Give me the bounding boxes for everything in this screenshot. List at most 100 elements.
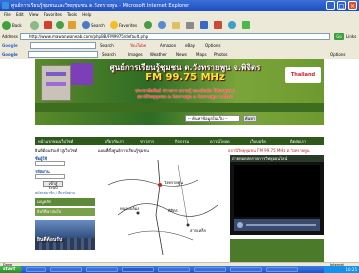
radio-title: สถานีวิทยุชุมชน FM 99.75 MHz ต.วังทรายพู… <box>228 148 310 153</box>
main-menu-header: เมนูหลัก <box>35 198 95 206</box>
ie-app-icon <box>2 2 9 9</box>
taskbar-item-6[interactable] <box>194 267 226 272</box>
video-panel: ถ่ายทอดสดรายการวิทยุออนไลน์ <box>230 155 324 235</box>
google-search-button[interactable]: Search <box>100 43 114 48</box>
links-label[interactable]: Links <box>346 34 356 39</box>
back-button[interactable]: Back <box>2 20 22 30</box>
standard-toolbar: Back Search Favorites <box>0 18 359 33</box>
system-tray: 10:25 <box>324 266 359 273</box>
research-icon <box>242 21 250 29</box>
seek-bar[interactable] <box>246 224 316 226</box>
research-button[interactable] <box>242 20 250 30</box>
gb2-photos[interactable]: Photos <box>214 52 228 57</box>
favorites-button[interactable]: Favorites <box>110 20 137 30</box>
map-label-3: พิจิตร <box>168 208 178 213</box>
favorites-label: Favorites <box>119 22 138 28</box>
menu-file[interactable]: File <box>4 11 11 18</box>
city-photo-caption: ยินดีต้อนรับ <box>37 237 63 243</box>
search-icon <box>82 21 90 29</box>
gb2-images[interactable]: Images <box>128 52 143 57</box>
password-input[interactable] <box>35 174 65 179</box>
media-icon <box>144 21 152 29</box>
menu-favorites[interactable]: Favorites <box>44 11 62 18</box>
refresh-button[interactable] <box>56 20 64 30</box>
taskbar-item-5[interactable] <box>158 267 190 272</box>
minimize-button[interactable]: _ <box>326 1 335 10</box>
site-search-select[interactable]: -- ค้นหาข้อมูลในเว็บ -- <box>185 115 240 122</box>
mail-button[interactable] <box>172 20 180 30</box>
maximize-button[interactable]: □ <box>337 1 346 10</box>
gb2-search[interactable]: Search <box>102 52 116 57</box>
video-screen[interactable] <box>234 165 320 217</box>
video-header: ถ่ายทอดสดรายการวิทยุออนไลน์ <box>230 155 324 162</box>
google-search-input[interactable] <box>30 42 96 49</box>
taskbar-item-1[interactable] <box>26 267 46 272</box>
edit-button[interactable] <box>200 20 208 30</box>
messenger-button[interactable] <box>228 20 236 30</box>
discuss-button[interactable] <box>214 20 222 30</box>
username-input[interactable] <box>35 161 65 166</box>
home-button[interactable] <box>68 20 76 30</box>
menu-view[interactable]: View <box>29 11 39 18</box>
media-button[interactable] <box>144 20 152 30</box>
nav-item-news[interactable]: ข่าวสาร <box>140 138 154 145</box>
location-map: วังทรายพูน หนองปล้อง พิจิตร สากเหล็ก <box>98 155 226 264</box>
print-icon <box>186 21 194 29</box>
city-photo: ยินดีต้อนรับ <box>35 220 95 250</box>
gb2-weather[interactable]: Weather <box>150 52 167 57</box>
banner-logo <box>71 63 93 85</box>
address-label: Address <box>2 34 18 39</box>
taskbar-item-4[interactable] <box>122 267 154 272</box>
building-image <box>41 65 71 101</box>
gb2-maps[interactable]: Maps <box>196 52 207 57</box>
forward-button[interactable] <box>30 20 39 30</box>
close-button[interactable]: × <box>348 1 357 10</box>
stop-button[interactable] <box>44 20 52 30</box>
toolbar-options[interactable]: Options <box>205 43 220 48</box>
toolbar-ebay[interactable]: eBay <box>185 43 195 48</box>
gb2-options[interactable]: Options <box>330 52 345 57</box>
history-button[interactable] <box>158 20 166 30</box>
go-button[interactable]: Go <box>334 33 344 40</box>
map-svg <box>107 159 219 256</box>
forward-arrow-icon <box>30 20 39 30</box>
map-label-4: สากเหล็ก <box>190 228 206 233</box>
address-input[interactable]: http://www.mawanwaneab.com/phpBB/FM9975/… <box>20 33 330 40</box>
nav-item-about[interactable]: เกี่ยวกับเรา <box>105 138 124 145</box>
search-button[interactable]: Search <box>82 20 105 30</box>
nav-item-activity[interactable]: กิจกรรม <box>175 138 189 145</box>
gb2-news[interactable]: News <box>176 52 187 57</box>
taskbar-item-3[interactable] <box>86 267 118 272</box>
discuss-icon <box>214 21 222 29</box>
refresh-icon <box>56 21 64 29</box>
taskbar-item-8[interactable] <box>266 267 298 272</box>
nav-item-webboard[interactable]: เว็บบอร์ด <box>250 138 266 145</box>
taskbar: start 10:25 <box>0 266 359 273</box>
print-button[interactable] <box>186 20 194 30</box>
start-button[interactable]: start <box>0 266 22 273</box>
banner-strip <box>35 103 324 112</box>
nav-item-download[interactable]: ดาวน์โหลด <box>210 138 230 145</box>
login-button[interactable]: เข้าสู่ระบบ <box>43 181 63 190</box>
welcome-text: ยินดีต้อนรับเข้าสู่เว็บไซต์ <box>35 148 78 153</box>
back-arrow-icon <box>2 20 11 30</box>
play-icon[interactable] <box>237 222 243 228</box>
register-link[interactable]: สมัครสมาชิก / ลืมรหัสผ่าน <box>35 190 75 196</box>
map-label-2: หนองปล้อง <box>120 206 140 211</box>
site-search-button[interactable]: ค้นหา <box>243 115 257 122</box>
menu-help[interactable]: Help <box>82 11 91 18</box>
banner-subtitle-2: สถานีวิทยุชุมชน ต.วังทรายพูน อ.วังทรายพู… <box>137 94 233 99</box>
taskbar-item-7[interactable] <box>230 267 262 272</box>
menu-tools[interactable]: Tools <box>67 11 77 18</box>
site-nav: หน้าแรกของเว็บไซต์ เกี่ยวกับเรา ข่าวสาร … <box>35 137 324 145</box>
star-icon <box>110 21 118 29</box>
toolbar-amazon[interactable]: Amazon <box>160 43 176 48</box>
taskbar-item-2[interactable] <box>50 267 82 272</box>
google-label: Google <box>2 52 18 57</box>
google-search-field[interactable] <box>28 51 98 58</box>
menu-edit[interactable]: Edit <box>16 11 24 18</box>
links-header: ลิงก์ที่น่าสนใจ <box>35 208 95 216</box>
nav-item-contact[interactable]: ติดต่อเรา <box>290 138 306 145</box>
toolbar-youtube[interactable]: YouTube <box>130 43 146 48</box>
nav-item-home[interactable]: หน้าแรกของเว็บไซต์ <box>38 138 73 145</box>
